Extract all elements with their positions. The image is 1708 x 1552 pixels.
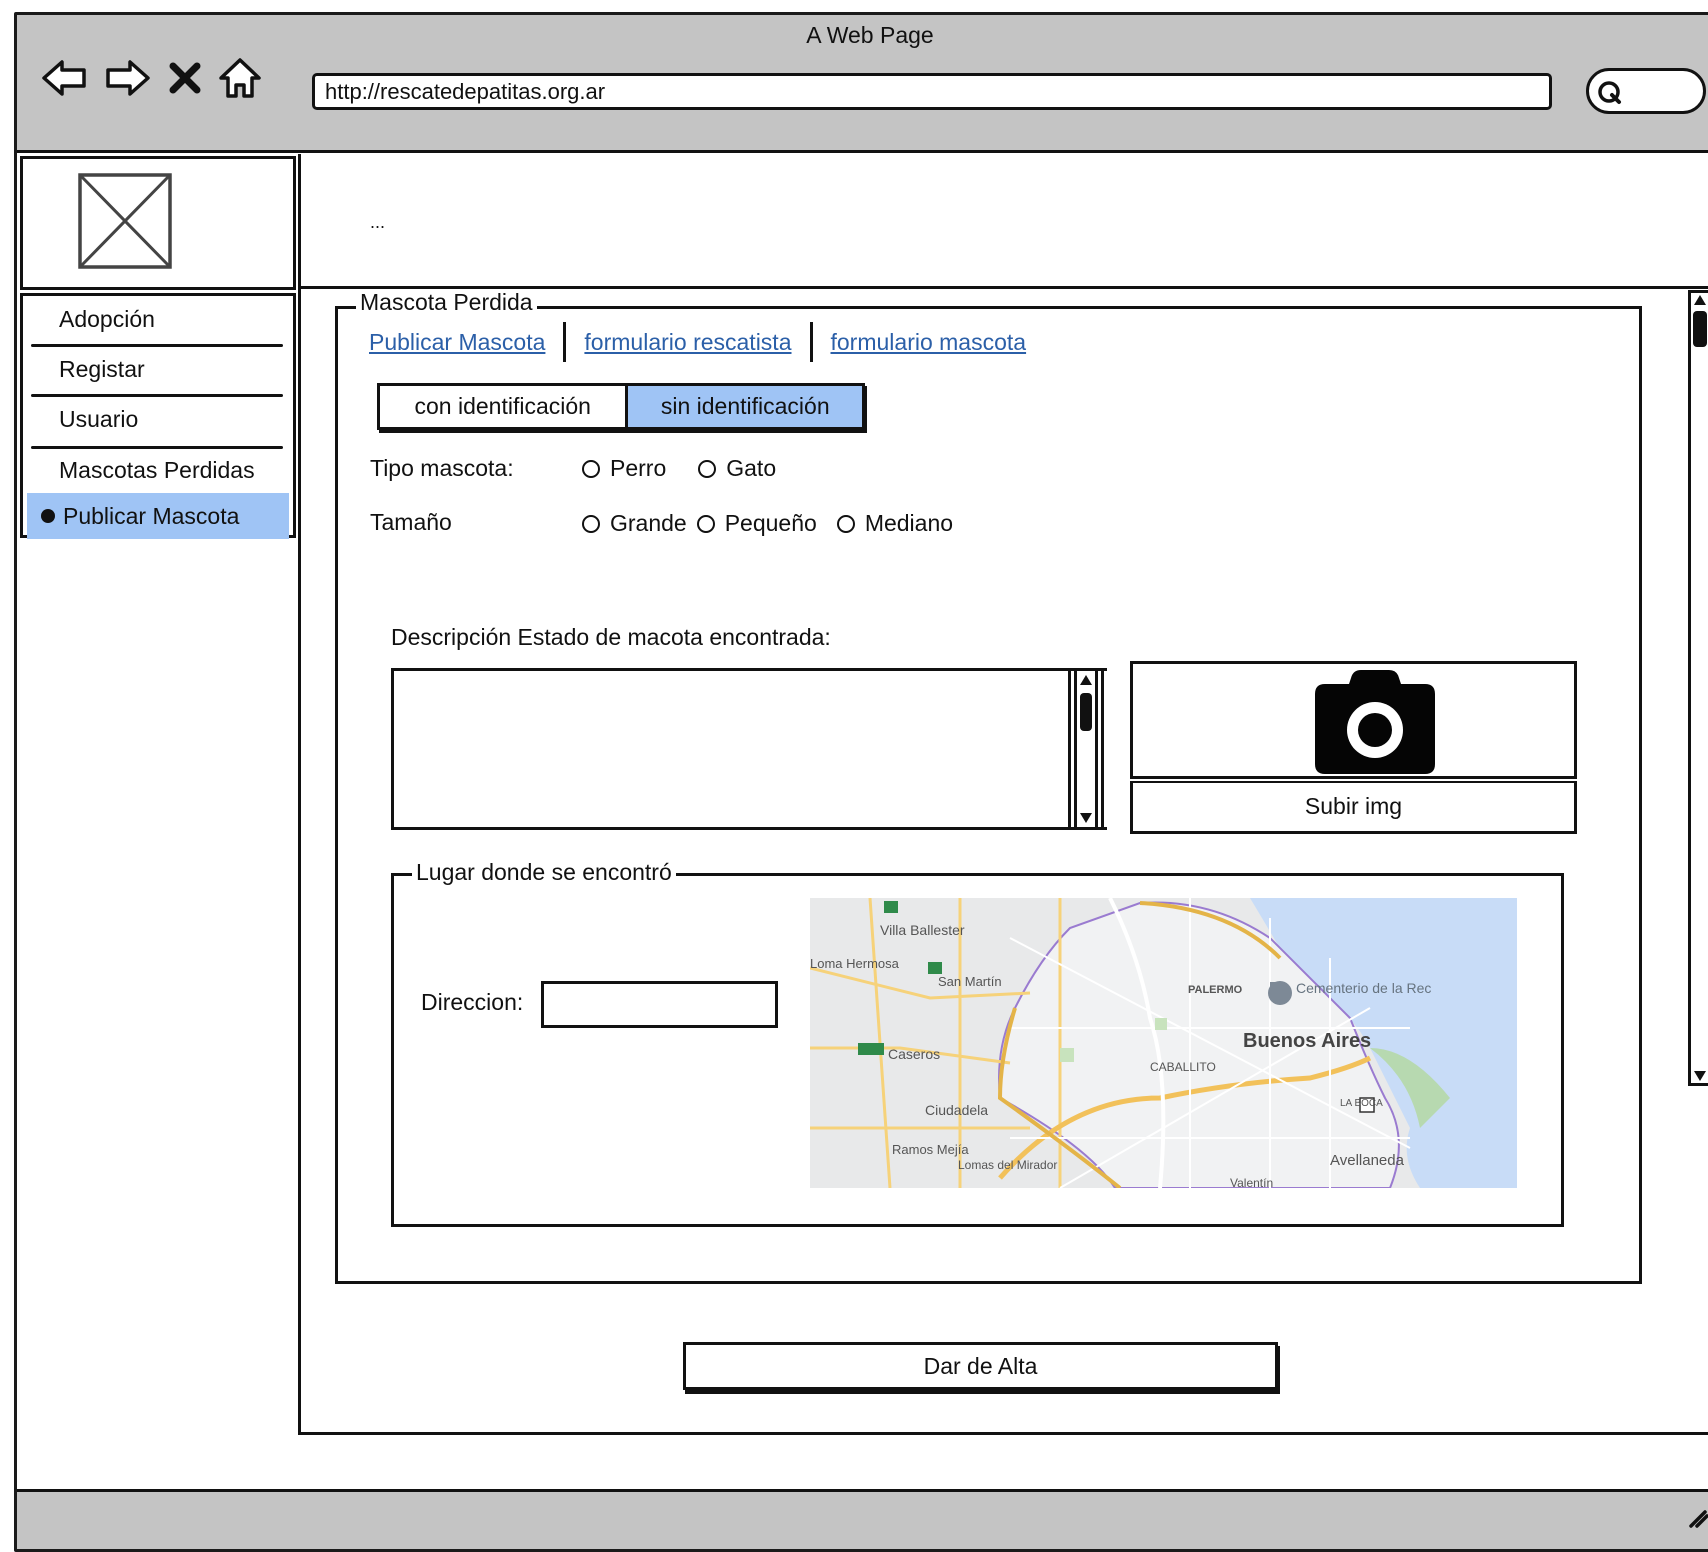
scroll-up-arrow-icon[interactable] [1692,293,1708,307]
scroll-down-arrow-icon[interactable] [1692,1069,1708,1083]
map-label: Caseros [888,1046,941,1062]
toggle-sin-identificacion[interactable]: sin identificación [628,386,862,427]
sidebar-item-mascotas-perdidas[interactable]: Mascotas Perdidas [23,447,289,493]
descripcion-label: Descripción Estado de macota encontrada: [391,624,831,650]
link-divider [563,322,567,362]
map-label: Ramos Mejía [892,1142,969,1157]
sidebar-nav: Adopción Registar Usuario Mascotas Perdi… [20,293,296,539]
close-x-icon[interactable] [168,61,202,95]
tipo-mascota-label: Tipo mascota: [370,455,514,481]
radio-gato[interactable]: Gato [698,455,776,482]
map-label: Avellaneda [1330,1152,1404,1169]
identification-toggle: con identificación sin identificación [377,383,865,430]
radio-perro[interactable]: Perro [582,455,666,482]
radio-label: Pequeño [724,510,817,536]
scroll-down-arrow-icon[interactable] [1078,811,1094,825]
search-icon [1598,81,1621,104]
group-legend: Mascota Perdida [356,289,537,315]
map-view[interactable]: Villa Ballester Loma Hermosa San Martín … [810,898,1517,1188]
radio-circle-icon [698,459,717,478]
sidebar-item-label: Registar [59,356,145,382]
radio-label: Gato [726,455,777,481]
radio-label: Mediano [864,510,954,536]
page-header [298,154,1708,289]
radio-mediano[interactable]: Mediano [836,510,954,537]
map-label: Buenos Aires [1243,1030,1372,1052]
descripcion-textarea[interactable] [391,668,1107,830]
link-formulario-mascota[interactable]: formulario mascota [831,329,1027,356]
textarea-scrollbar[interactable] [1068,668,1104,830]
camera-icon [1315,670,1435,774]
radio-label: Grande [610,510,687,536]
search-box[interactable] [1586,68,1706,114]
form-links: Publicar Mascota formulario rescatista f… [369,322,1026,362]
scroll-up-arrow-icon[interactable] [1078,673,1094,687]
tamano-label: Tamaño [370,509,452,535]
window-title: A Web Page [806,22,934,48]
sidebar-item-usuario[interactable]: Usuario [23,396,289,442]
sidebar-item-label: Mascotas Perdidas [59,457,255,483]
status-bar [17,1489,1708,1537]
radio-circle-icon [582,459,600,478]
home-icon[interactable] [218,57,262,99]
link-formulario-rescatista[interactable]: formulario rescatista [584,329,791,356]
sidebar-item-label: Adopción [59,306,155,332]
map-label: Cementerio de la Rec [1296,980,1432,996]
map-label: CABALLITO [1150,1060,1216,1074]
header-text: ... [370,212,386,232]
upload-image-button[interactable]: Subir img [1130,781,1577,834]
dar-de-alta-button[interactable]: Dar de Alta [683,1342,1278,1390]
radio-label: Perro [610,455,667,481]
sidebar-item-publicar-mascota[interactable]: Publicar Mascota [27,493,289,539]
sidebar-item-adopcion[interactable]: Adopción [23,296,289,342]
scroll-thumb[interactable] [1693,311,1707,347]
back-arrow-icon[interactable] [40,58,88,98]
direccion-input[interactable] [541,981,778,1028]
active-dot-icon [41,509,55,523]
map-label: Valentín [1230,1176,1274,1188]
map-label: LA BOCA [1340,1098,1383,1109]
scroll-thumb[interactable] [1080,693,1092,731]
page-scrollbar[interactable] [1688,290,1708,1086]
map-label: Loma Hermosa [810,956,899,971]
browser-nav [40,54,262,102]
sidebar-item-label: Publicar Mascota [63,503,240,529]
radio-pequeno[interactable]: Pequeño [696,510,817,537]
tamano-radios: Grande Pequeño Mediano [582,510,973,537]
image-preview [1130,661,1577,779]
link-publicar-mascota[interactable]: Publicar Mascota [369,329,545,356]
radio-grande[interactable]: Grande [582,510,687,537]
map-label: Lomas del Mirador [958,1158,1058,1172]
toggle-con-identificacion[interactable]: con identificación [380,386,629,427]
tipo-mascota-radios: Perro Gato [582,455,796,482]
url-bar[interactable]: http://rescatedepatitas.org.ar [312,73,1552,110]
radio-circle-icon [696,514,715,533]
forward-arrow-icon[interactable] [104,58,152,98]
sidebar-item-label: Usuario [59,406,139,432]
link-divider [809,322,813,362]
image-placeholder-icon [78,173,172,269]
map-label: San Martín [938,974,1002,989]
lugar-legend: Lugar donde se encontró [412,859,676,885]
radio-circle-icon [836,514,855,533]
map-label: PALERMO [1188,984,1243,996]
sidebar-item-registar[interactable]: Registar [23,346,289,392]
map-label: Villa Ballester [880,922,965,938]
radio-circle-icon [582,514,600,533]
direccion-label: Direccion: [421,989,524,1015]
map-label: Ciudadela [925,1102,989,1118]
resize-grip-icon[interactable] [1687,1506,1708,1528]
logo-area [20,156,296,290]
